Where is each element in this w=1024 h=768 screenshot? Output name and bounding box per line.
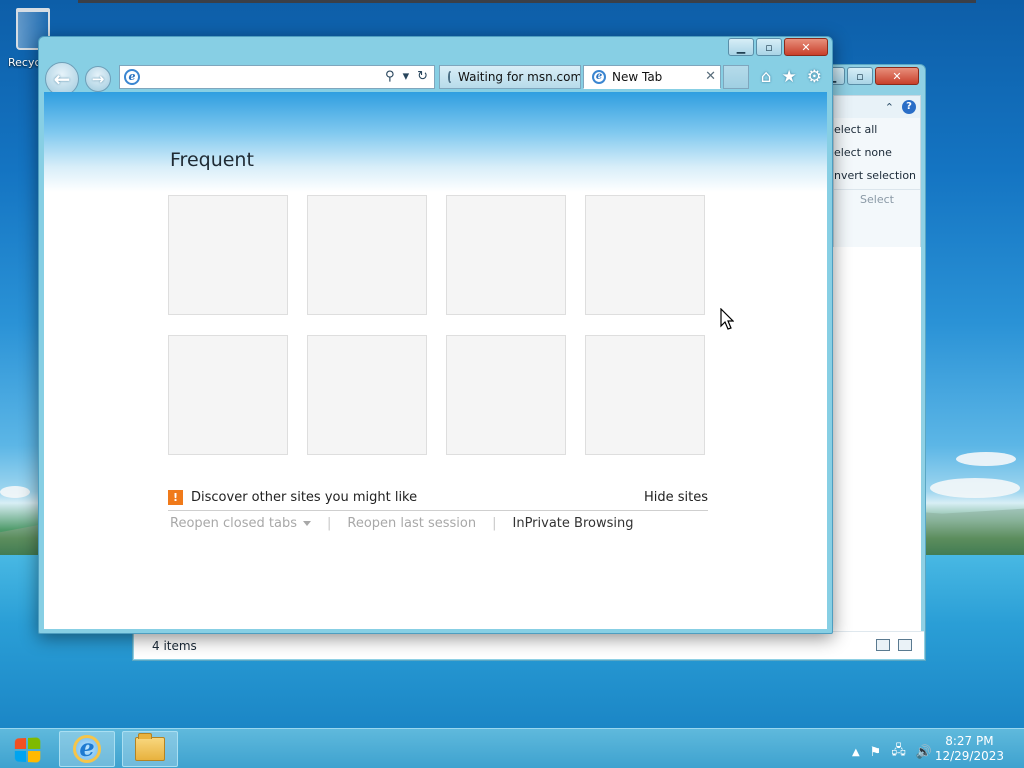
- reopen-closed-tabs-label: Reopen closed tabs: [170, 516, 297, 531]
- forward-arrow-icon: →: [91, 70, 105, 88]
- tab-new-tab[interactable]: e New Tab ✕: [583, 65, 721, 89]
- loading-spinner-icon: [448, 71, 452, 83]
- help-icon[interactable]: ?: [902, 100, 916, 114]
- taskbar: e ▲ ⚑ 🖧 🔊 8:27 PM 12/29/2023: [0, 728, 1024, 768]
- item-count: 4 items: [152, 638, 197, 653]
- frequent-sites-grid: [168, 195, 708, 455]
- internet-explorer-icon: e: [73, 735, 101, 763]
- hide-sites-link[interactable]: Hide sites: [644, 490, 708, 505]
- large-icons-view-icon[interactable]: [898, 639, 912, 651]
- view-toggle-group: [876, 639, 912, 651]
- ribbon-bar: ⌃ ?: [834, 96, 920, 118]
- start-button[interactable]: [8, 735, 46, 765]
- mouse-cursor-icon: [720, 308, 734, 330]
- ie-page-viewport[interactable]: Frequent ! Discover other sites you migh…: [44, 92, 827, 629]
- clock-date: 12/29/2023: [934, 749, 1004, 763]
- system-tray: ▲ ⚑ 🖧 🔊: [852, 741, 932, 763]
- ie-command-icons: ⌂ ★ ⚙: [761, 67, 822, 87]
- reopen-closed-tabs-link[interactable]: Reopen closed tabs: [170, 516, 311, 531]
- taskbar-internet-explorer[interactable]: e: [59, 731, 115, 767]
- discover-link[interactable]: Discover other sites you might like: [191, 490, 417, 505]
- link-separator: |: [492, 516, 497, 531]
- address-input[interactable]: [144, 67, 374, 87]
- home-icon[interactable]: ⌂: [761, 67, 772, 87]
- inprivate-browsing-link[interactable]: InPrivate Browsing: [513, 516, 634, 531]
- favorites-star-icon[interactable]: ★: [782, 67, 797, 87]
- frequent-site-tile[interactable]: [168, 195, 288, 315]
- frequent-site-tile[interactable]: [585, 195, 705, 315]
- taskbar-clock[interactable]: 8:27 PM 12/29/2023: [935, 734, 1004, 764]
- new-tab-button[interactable]: [723, 65, 749, 89]
- ie-minimize-button[interactable]: ▁: [728, 38, 754, 56]
- ribbon-select-all[interactable]: elect all: [834, 118, 920, 141]
- new-tab-header-gradient: [44, 92, 827, 192]
- cloud: [956, 452, 1016, 466]
- tab-waiting-msn[interactable]: Waiting for msn.com: [439, 65, 581, 89]
- show-hidden-icons-icon[interactable]: ▲: [852, 747, 860, 758]
- tab-label: Waiting for msn.com: [458, 70, 581, 84]
- ie-window-controls: ▁ ▫ ✕: [728, 38, 828, 56]
- reopen-last-session-link[interactable]: Reopen last session: [347, 516, 476, 531]
- desktop-top-strip: [78, 0, 976, 3]
- action-center-flag-icon[interactable]: ⚑: [870, 745, 882, 760]
- new-tab-links: Reopen closed tabs | Reopen last session…: [170, 516, 633, 531]
- frequent-site-tile[interactable]: [446, 335, 566, 455]
- link-separator: |: [326, 516, 332, 531]
- ribbon-invert-selection[interactable]: nvert selection: [834, 164, 920, 187]
- recycle-bin-label: Recycle Bin: [8, 56, 42, 69]
- search-icon[interactable]: ⚲: [385, 69, 395, 84]
- internet-explorer-window[interactable]: ▁ ▫ ✕ ← → e ⚲ ▾ ↻ Waiting for msn.com e …: [38, 36, 833, 634]
- explorer-window-controls: ▁ ▫ ✕: [819, 67, 919, 85]
- address-bar[interactable]: e ⚲ ▾ ↻: [119, 65, 435, 89]
- explorer-maximize-button[interactable]: ▫: [847, 67, 873, 85]
- explorer-status-bar: 4 items: [134, 631, 924, 659]
- ie-toolbar: ← → e ⚲ ▾ ↻ Waiting for msn.com e New Ta…: [43, 61, 828, 96]
- ie-close-button[interactable]: ✕: [784, 38, 828, 56]
- frequent-site-tile[interactable]: [446, 195, 566, 315]
- back-button[interactable]: ←: [45, 62, 79, 96]
- settings-gear-icon[interactable]: ⚙: [807, 67, 822, 87]
- ribbon-collapse-icon[interactable]: ⌃: [885, 101, 894, 114]
- ie-page-icon: e: [592, 70, 606, 84]
- explorer-close-button[interactable]: ✕: [875, 67, 919, 85]
- folder-icon: [135, 733, 165, 761]
- lightbulb-icon: !: [168, 490, 183, 505]
- discover-bar: ! Discover other sites you might like Hi…: [168, 485, 708, 511]
- frequent-heading: Frequent: [170, 149, 254, 171]
- ie-maximize-button[interactable]: ▫: [756, 38, 782, 56]
- refresh-icon[interactable]: ↻: [417, 69, 428, 84]
- windows-logo-icon: [14, 737, 41, 763]
- ie-page-icon: e: [124, 69, 140, 85]
- tab-close-icon[interactable]: ✕: [705, 69, 716, 84]
- forward-button[interactable]: →: [85, 66, 111, 92]
- details-view-icon[interactable]: [876, 639, 890, 651]
- cloud: [0, 486, 30, 498]
- frequent-site-tile[interactable]: [585, 335, 705, 455]
- chevron-down-icon: [302, 521, 311, 526]
- dropdown-arrow-icon[interactable]: ▾: [403, 69, 410, 84]
- frequent-site-tile[interactable]: [168, 335, 288, 455]
- address-tools: ⚲ ▾ ↻: [385, 69, 428, 84]
- ribbon-group-label: Select: [834, 189, 920, 206]
- cloud: [930, 478, 1020, 498]
- ribbon-select-none[interactable]: elect none: [834, 141, 920, 164]
- taskbar-file-explorer[interactable]: [122, 731, 178, 767]
- clock-time: 8:27 PM: [945, 734, 994, 748]
- back-arrow-icon: ←: [53, 67, 71, 91]
- frequent-site-tile[interactable]: [307, 335, 427, 455]
- network-icon[interactable]: 🖧: [891, 741, 906, 763]
- volume-icon[interactable]: 🔊: [916, 745, 932, 760]
- tab-label: New Tab: [612, 70, 663, 84]
- frequent-site-tile[interactable]: [307, 195, 427, 315]
